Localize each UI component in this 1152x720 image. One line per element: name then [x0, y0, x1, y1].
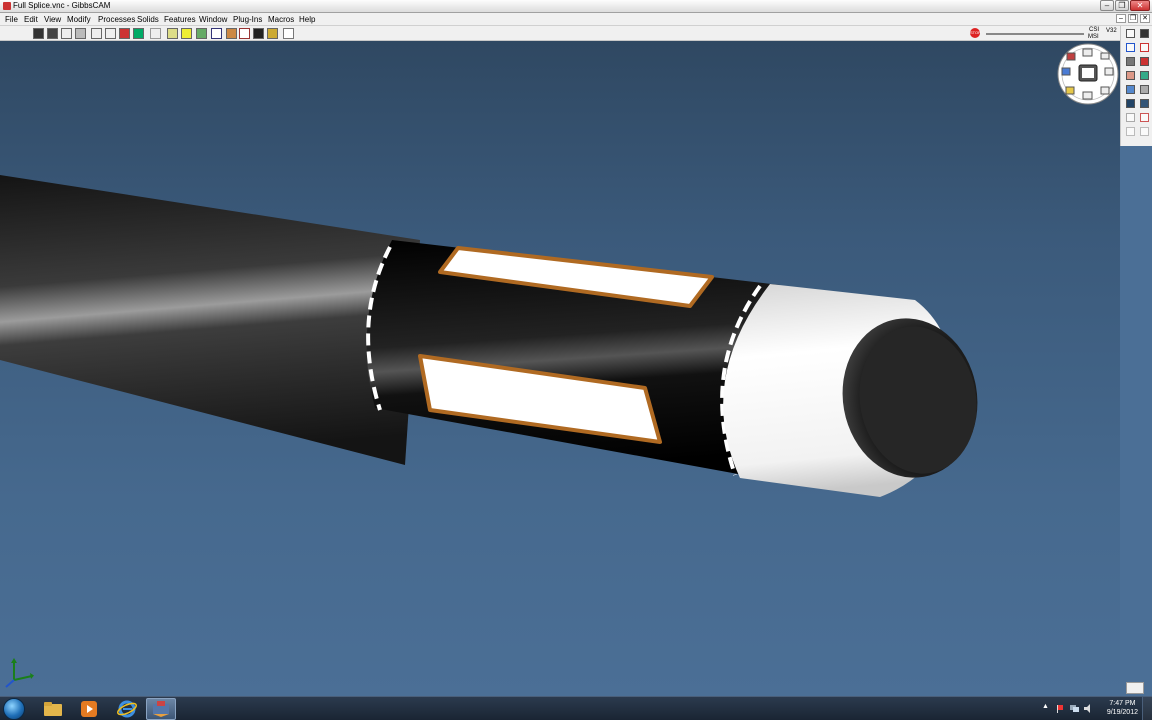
gear-icon[interactable]: [181, 28, 192, 39]
doc-restore-button[interactable]: ❐: [1128, 14, 1138, 23]
show-desktop-button[interactable]: [1142, 697, 1152, 720]
graphics-viewport[interactable]: [0, 41, 1120, 696]
color-icon[interactable]: [119, 28, 130, 39]
shaded-view-icon[interactable]: [33, 28, 44, 39]
screen-icon[interactable]: [133, 28, 144, 39]
msi-label: MSI: [1088, 34, 1099, 40]
solid-view-icon[interactable]: [75, 28, 86, 39]
right-panel-background: [1120, 146, 1152, 696]
menu-macros[interactable]: Macros: [267, 14, 295, 25]
clock-time: 7:47 PM: [1109, 700, 1136, 707]
close-button[interactable]: ✕: [1130, 0, 1150, 11]
cube-icon[interactable]: [1140, 85, 1149, 94]
solid-box-icon[interactable]: [1126, 71, 1135, 80]
tool-icon[interactable]: [211, 28, 222, 39]
folder-icon[interactable]: [38, 698, 68, 720]
gibbscam-icon[interactable]: [146, 698, 176, 720]
minimize-button[interactable]: –: [1100, 0, 1114, 11]
highlight-icon[interactable]: [167, 28, 178, 39]
doc-close-button[interactable]: ✕: [1140, 14, 1150, 23]
toolbar: STOP CSI MSI V32: [0, 26, 1120, 41]
menu-help[interactable]: Help: [298, 14, 316, 25]
surface-icon[interactable]: [1126, 85, 1135, 94]
wireframe-view-icon[interactable]: [61, 28, 72, 39]
clock[interactable]: 7:47 PM 9/19/2012: [1107, 699, 1138, 717]
feedrate-slider[interactable]: [986, 33, 1084, 35]
duplicate-icon[interactable]: [1140, 127, 1149, 136]
doc-minimize-button[interactable]: –: [1116, 14, 1126, 23]
menu-modify[interactable]: Modify: [66, 14, 92, 25]
right-tool-palette: [1120, 26, 1152, 146]
tray-expand-icon[interactable]: ▲: [1042, 703, 1049, 712]
v32-label: V32: [1106, 28, 1117, 34]
layers-icon[interactable]: [196, 28, 207, 39]
revolve-icon[interactable]: [1126, 99, 1135, 108]
stock-icon[interactable]: [226, 28, 237, 39]
window-title: Full Splice.vnc - GibbsCAM: [13, 1, 111, 10]
view-compass[interactable]: [1057, 43, 1119, 105]
image-icon[interactable]: [267, 28, 278, 39]
help-cursor-icon[interactable]: [283, 28, 294, 39]
render-icon[interactable]: [253, 28, 264, 39]
volume-icon[interactable]: [1084, 704, 1093, 713]
select-icon[interactable]: [91, 28, 102, 39]
media-player-icon[interactable]: [74, 698, 104, 720]
rectangle-icon[interactable]: [1126, 43, 1135, 52]
menu-view[interactable]: View: [43, 14, 62, 25]
start-button[interactable]: [3, 698, 25, 720]
menu-window[interactable]: Window: [198, 14, 228, 25]
document-window-controls: – ❐ ✕: [1116, 14, 1150, 23]
clock-date: 9/19/2012: [1106, 709, 1138, 716]
action-center-flag-icon[interactable]: [1056, 704, 1065, 713]
measure-icon[interactable]: [239, 28, 250, 39]
wedge-icon[interactable]: [1140, 57, 1149, 66]
title-bar: Full Splice.vnc - GibbsCAM – ❐ ✕: [0, 0, 1152, 13]
menu-plug-ins[interactable]: Plug-Ins: [232, 14, 263, 25]
viewport-corner-button[interactable]: [1126, 682, 1144, 694]
csi-label: CSI: [1089, 27, 1100, 33]
maximize-button[interactable]: ❐: [1115, 0, 1129, 11]
app-icon[interactable]: [3, 2, 11, 10]
offset-icon[interactable]: [1126, 127, 1135, 136]
cue-shaft: [0, 175, 420, 465]
menu-features[interactable]: Features: [163, 14, 197, 25]
part-render: [0, 175, 978, 497]
axis-icon[interactable]: [1140, 43, 1149, 52]
network-icon[interactable]: [1070, 704, 1079, 713]
taskbar: ▲ 7:47 PM 9/19/2012: [0, 696, 1152, 720]
new-file-icon[interactable]: [1126, 29, 1135, 38]
sketch-icon[interactable]: [1126, 113, 1135, 122]
sweep-icon[interactable]: [1140, 99, 1149, 108]
menu-processes[interactable]: Processes: [97, 14, 136, 25]
menu-file[interactable]: File: [4, 14, 19, 25]
internet-explorer-icon[interactable]: [112, 698, 142, 720]
stop-icon[interactable]: STOP: [970, 28, 981, 38]
axis-triad-icon: [4, 658, 34, 688]
menu-solids[interactable]: Solids: [136, 14, 160, 25]
copy-icon[interactable]: [1140, 29, 1149, 38]
menu-bar: File Edit View Modify Processes Solids F…: [0, 13, 1152, 26]
print-icon[interactable]: [150, 28, 161, 39]
trim-icon[interactable]: [1140, 113, 1149, 122]
plane-icon[interactable]: [1140, 71, 1149, 80]
box-icon[interactable]: [105, 28, 116, 39]
hidden-line-view-icon[interactable]: [47, 28, 58, 39]
extrude-icon[interactable]: [1126, 57, 1135, 66]
menu-edit[interactable]: Edit: [23, 14, 39, 25]
window-controls: – ❐ ✕: [1100, 0, 1150, 12]
